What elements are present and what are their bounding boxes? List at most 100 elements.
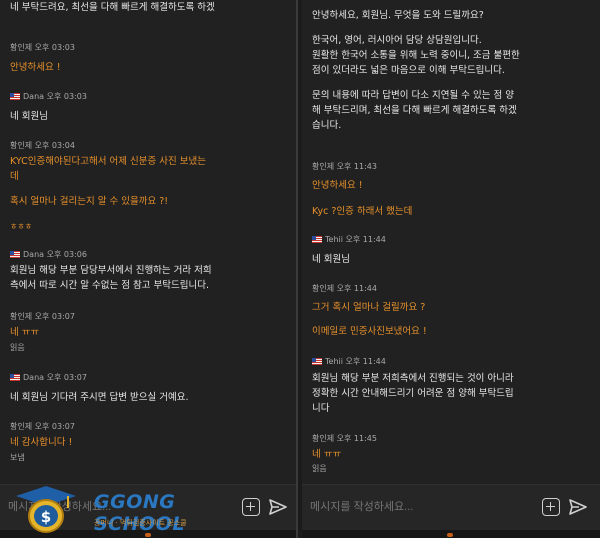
plus-square-icon[interactable]: [542, 498, 560, 516]
message-text: 네 감사합니다 !: [10, 437, 73, 448]
message-text: 측에서 따로 시간 알 수없는 점 참고 부탁드립니다.: [10, 280, 209, 291]
message-time: 오후 11:44: [336, 284, 377, 293]
sender-name: 황인제: [312, 434, 335, 443]
message-time: 오후 03:03: [34, 43, 75, 52]
message-text: 네 회원님 기다려 주시면 답변 받으실 거예요.: [10, 392, 189, 403]
message-meta: 황인제 오후 03:03: [10, 42, 288, 53]
message-meta: 황인제 오후 03:07: [10, 311, 288, 322]
sender-name: Dana: [23, 92, 45, 101]
message-time: 오후 03:07: [46, 373, 87, 382]
message-text: 니다: [312, 403, 330, 414]
message-text: 이메일로 민증사진보냈어요 !: [312, 326, 427, 337]
message: Dana 오후 03:07 네 회원님 기다려 주시면 답변 받으실 거예요.: [10, 372, 288, 405]
message-text: 안녕하세요 !: [312, 180, 363, 191]
message: 황인제 오후 03:03 안녕하세요 !: [10, 42, 288, 75]
message-text: 네 ㅠㅠ: [10, 327, 40, 338]
plus-square-icon[interactable]: [242, 498, 260, 516]
us-flag-icon: [312, 236, 322, 243]
message-meta: 황인제 오후 11:43: [312, 161, 592, 172]
message-meta: 황인제 오후 11:44: [312, 283, 592, 294]
message: Tehii 오후 11:44 회원님 해당 부분 저희측에서 진행되는 것이 아…: [312, 356, 592, 416]
sent-status: 보냄: [10, 453, 25, 462]
sender-name: 황인제: [10, 141, 33, 150]
message-time: 오후 11:44: [345, 357, 386, 366]
message-meta: Tehii 오후 11:44: [312, 356, 592, 367]
message: Dana 오후 03:06 회원님 해당 부분 담당부서에서 진행하는 거라 저…: [10, 249, 288, 293]
message-list[interactable]: 안녕하세요, 회원님. 무엇을 도와 드릴까요? 한국어, 영어, 러시아어 담…: [302, 0, 600, 486]
us-flag-icon: [10, 374, 20, 381]
sender-name: 황인제: [10, 312, 33, 321]
message: 황인제 오후 11:44 그거 혹시 얼마나 걸릴까요 ? 이메일로 민증사진보…: [312, 283, 592, 339]
message-text: 네 회원님: [10, 111, 48, 122]
message-meta: Tehii 오후 11:44: [312, 234, 592, 245]
partial-message: 네 부탁드려요, 최선을 다해 빠르게 해결하도록 하겠: [10, 2, 215, 13]
svg-text:$: $: [41, 508, 51, 526]
chat-panel-left: 네 부탁드려요, 최선을 다해 빠르게 해결하도록 하겠 황인제 오후 03:0…: [0, 0, 298, 538]
message-text: 안녕하세요, 회원님. 무엇을 도와 드릴까요?: [312, 10, 484, 21]
sender-name: Dana: [23, 373, 45, 382]
indicator-dot: [447, 533, 453, 537]
message: 황인제 오후 03:04 KYC인증해야된다고해서 어제 신분증 사진 보냈는 …: [10, 140, 288, 234]
message: Tehii 오후 11:44 네 회원님: [312, 234, 592, 267]
message-text: 문의 내용에 따라 답변이 다소 지연될 수 있는 점 양: [312, 90, 514, 101]
coin-logo-icon: $: [16, 486, 76, 533]
message-text: 습니다.: [312, 120, 342, 131]
message-time: 오후 11:43: [336, 162, 377, 171]
us-flag-icon: [10, 251, 20, 258]
message-text: 회원님 해당 부분 담당부서에서 진행하는 거라 저희: [10, 265, 212, 276]
message-text: 네 회원님: [312, 254, 350, 265]
message-text: 점이 있더라도 넓은 마음으로 이해 부탁드립니다.: [312, 65, 505, 76]
message-meta: 황인제 오후 03:04: [10, 140, 288, 151]
watermark-subtitle: 꽁머니 · 먹튀검증사이트 꽁스쿨: [94, 519, 187, 527]
message: 황인제 오후 03:07 네 ㅠㅠ 읽음: [10, 311, 288, 354]
message-text: 해 부탁드리며, 최선을 다해 빠르게 해결하도록 하겠: [312, 105, 517, 116]
message-meta: 황인제 오후 03:07: [10, 421, 288, 432]
us-flag-icon: [10, 93, 20, 100]
sender-name: Dana: [23, 250, 45, 259]
send-arrow-icon[interactable]: [268, 497, 288, 517]
message: 황인제 오후 11:43 안녕하세요 ! Kyc ?인증 하래서 했는데: [312, 161, 592, 219]
message-meta: 황인제 오후 11:45: [312, 433, 592, 444]
message-time: 오후 11:44: [345, 235, 386, 244]
message-time: 오후 03:07: [34, 312, 75, 321]
sender-name: 황인제: [10, 422, 33, 431]
message-meta: Dana 오후 03:07: [10, 372, 288, 383]
message-text: KYC인증해야된다고해서 어제 신분증 사진 보냈는: [10, 156, 206, 167]
message-input[interactable]: [310, 494, 525, 520]
watermark-logo: $ GGONG SCHOOL 꽁머니 · 먹튀검증사이트 꽁스쿨: [12, 484, 222, 535]
message-time: 오후 03:04: [34, 141, 75, 150]
sender-name: Tehii: [325, 235, 343, 244]
message-text: 정확한 시간 안내해드리기 어려운 점 양해 부탁드립: [312, 388, 514, 399]
message-text: ㅎㅎㅎ: [10, 222, 33, 231]
message-meta: Dana 오후 03:03: [10, 91, 288, 102]
message-time: 오후 11:45: [336, 434, 377, 443]
bottom-strip: [302, 530, 600, 538]
message-composer: [302, 484, 600, 530]
read-status: 읽음: [312, 464, 327, 473]
sender-name: 황인제: [312, 162, 335, 171]
message: 황인제 오후 03:07 네 감사합니다 ! 보냄: [10, 421, 288, 464]
message-text: Kyc ?인증 하래서 했는데: [312, 206, 413, 217]
message-text: 혹시 얼마나 걸리는지 알 수 있을까요 ?!: [10, 196, 169, 207]
sender-name: 황인제: [10, 43, 33, 52]
message-time: 오후 03:06: [46, 250, 87, 259]
chat-panel-right: 안녕하세요, 회원님. 무엇을 도와 드릴까요? 한국어, 영어, 러시아어 담…: [302, 0, 600, 538]
message-text: 그거 혹시 얼마나 걸릴까요 ?: [312, 302, 426, 313]
message: Dana 오후 03:03 네 회원님: [10, 91, 288, 124]
message-time: 오후 03:07: [34, 422, 75, 431]
message-text: 안녕하세요 !: [10, 62, 61, 73]
message-time: 오후 03:03: [46, 92, 87, 101]
message: 안녕하세요, 회원님. 무엇을 도와 드릴까요? 한국어, 영어, 러시아어 담…: [312, 8, 592, 133]
message: 황인제 오후 11:45 네 ㅠㅠ 읽음: [312, 433, 592, 475]
message-text: 한국어, 영어, 러시아어 담당 상담원입니다.: [312, 35, 482, 46]
watermark-title: GGONG SCHOOL: [94, 491, 185, 535]
message-text: 네 ㅠㅠ: [312, 449, 342, 460]
message-text: 회원님 해당 부분 저희측에서 진행되는 것이 아니라: [312, 373, 514, 384]
message-meta: Dana 오후 03:06: [10, 249, 288, 260]
sender-name: Tehii: [325, 357, 343, 366]
send-arrow-icon[interactable]: [568, 497, 588, 517]
message-text: 데: [10, 171, 19, 182]
us-flag-icon: [312, 358, 322, 365]
message-list[interactable]: 네 부탁드려요, 최선을 다해 빠르게 해결하도록 하겠 황인제 오후 03:0…: [0, 0, 296, 486]
sender-name: 황인제: [312, 284, 335, 293]
